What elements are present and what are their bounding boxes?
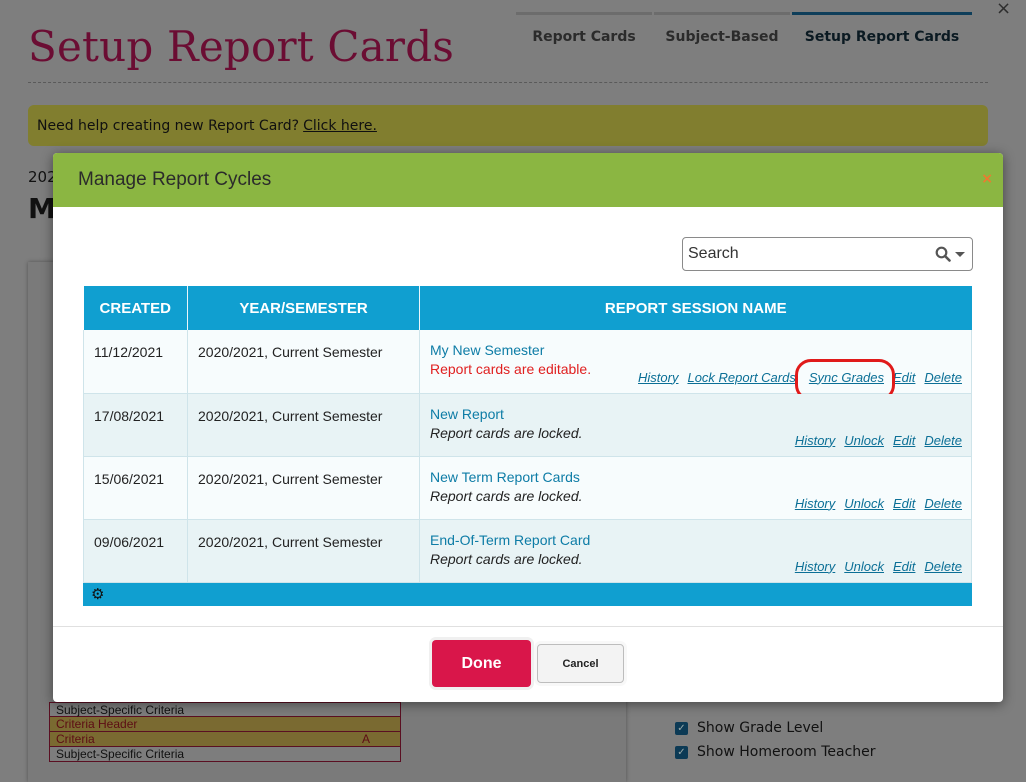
session-name-link[interactable]: New Term Report Cards [430, 469, 962, 485]
history-link[interactable]: History [795, 559, 835, 574]
top-tabs: Report Cards Subject-Based Setup Report … [516, 12, 974, 58]
delete-link[interactable]: Delete [924, 496, 962, 511]
table-footer: ⚙ [83, 582, 972, 606]
criteria-label: Criteria Header [56, 717, 138, 731]
history-link[interactable]: History [795, 433, 835, 448]
dialog-header: Manage Report Cycles × [53, 153, 1003, 207]
help-link[interactable]: Click here. [303, 118, 377, 134]
cell-session: My New Semester Report cards are editabl… [419, 330, 972, 401]
cell-created: 11/12/2021 [83, 330, 188, 394]
gear-icon[interactable]: ⚙ [91, 585, 104, 603]
cell-created: 15/06/2021 [83, 456, 188, 520]
tab-subject-based[interactable]: Subject-Based [654, 12, 790, 58]
cell-session: New Report Report cards are locked. Hist… [419, 393, 972, 457]
row-actions: History Unlock Edit Delete [795, 559, 962, 574]
section-heading: M [28, 192, 56, 225]
table-header-row: CREATED YEAR/SEMESTER REPORT SESSION NAM… [83, 286, 972, 330]
delete-link[interactable]: Delete [924, 370, 962, 385]
chevron-down-icon [955, 251, 965, 257]
unlock-link[interactable]: Unlock [844, 559, 884, 574]
report-cycles-table: CREATED YEAR/SEMESTER REPORT SESSION NAM… [83, 286, 972, 606]
edit-link[interactable]: Edit [893, 496, 915, 511]
cell-created: 17/08/2021 [83, 393, 188, 457]
session-name-link[interactable]: My New Semester [430, 342, 962, 358]
session-name-link[interactable]: New Report [430, 406, 962, 422]
help-banner: Need help creating new Report Card? Clic… [28, 105, 988, 146]
sync-grades-link[interactable]: Sync Grades [794, 358, 896, 401]
option-show-grade-level[interactable]: ✓ Show Grade Level [675, 720, 876, 736]
row-actions: History Unlock Edit Delete [795, 496, 962, 511]
manage-report-cycles-dialog: Manage Report Cycles × CREATED YEAR/SEME… [53, 153, 1003, 702]
edit-link[interactable]: Edit [893, 559, 915, 574]
column-header-created[interactable]: CREATED [83, 286, 188, 330]
session-name-link[interactable]: End-Of-Term Report Card [430, 532, 962, 548]
cell-session: End-Of-Term Report Card Report cards are… [419, 519, 972, 583]
dialog-footer-divider [53, 626, 1003, 627]
criteria-row: Criteria Header [49, 717, 401, 732]
criteria-grade: A [361, 732, 370, 746]
history-link[interactable]: History [638, 370, 678, 385]
student-fields-options: ✓ Show Grade Level ✓ Show Homeroom Teach… [675, 720, 876, 768]
tab-report-cards[interactable]: Report Cards [516, 12, 652, 58]
tab-setup-report-cards[interactable]: Setup Report Cards [792, 12, 972, 58]
checkbox-checked-icon[interactable]: ✓ [675, 721, 688, 735]
option-label: Show Grade Level [697, 720, 824, 736]
lock-report-cards-link[interactable]: Lock Report Cards [687, 370, 795, 385]
help-text: Need help creating new Report Card? [37, 117, 300, 134]
search-dropdown-toggle[interactable] [935, 246, 965, 262]
title-divider [28, 82, 988, 83]
unlock-link[interactable]: Unlock [844, 433, 884, 448]
table-row: 11/12/2021 2020/2021, Current Semester M… [83, 330, 972, 401]
search-icon [935, 246, 951, 262]
done-button[interactable]: Done [432, 640, 531, 687]
search-input[interactable] [683, 239, 935, 269]
page-title: Setup Report Cards [28, 22, 455, 71]
column-header-year-semester[interactable]: YEAR/SEMESTER [187, 286, 420, 330]
cell-session: New Term Report Cards Report cards are l… [419, 456, 972, 520]
criteria-preview-table: Subject-Specific Criteria Criteria Heade… [49, 702, 401, 762]
table-row: 15/06/2021 2020/2021, Current Semester N… [83, 456, 972, 520]
row-actions: History Unlock Edit Delete [795, 433, 962, 448]
cell-created: 09/06/2021 [83, 519, 188, 583]
column-header-report-session-name[interactable]: REPORT SESSION NAME [419, 286, 972, 330]
cell-year-semester: 2020/2021, Current Semester [187, 393, 420, 457]
dialog-title: Manage Report Cycles [78, 169, 272, 190]
table-row: 17/08/2021 2020/2021, Current Semester N… [83, 393, 972, 457]
search-box [682, 237, 973, 271]
cell-year-semester: 2020/2021, Current Semester [187, 519, 420, 583]
criteria-row: Subject-Specific Criteria [49, 747, 401, 762]
history-link[interactable]: History [795, 496, 835, 511]
criteria-row: Criteria A [49, 732, 401, 747]
criteria-row: Subject-Specific Criteria [49, 702, 401, 717]
criteria-label: Criteria [56, 732, 95, 746]
unlock-link[interactable]: Unlock [844, 496, 884, 511]
criteria-label: Subject-Specific Criteria [56, 747, 185, 761]
cancel-button[interactable]: Cancel [537, 644, 624, 683]
close-icon[interactable]: × [996, 0, 1011, 19]
cell-year-semester: 2020/2021, Current Semester [187, 330, 420, 394]
cell-year-semester: 2020/2021, Current Semester [187, 456, 420, 520]
delete-link[interactable]: Delete [924, 433, 962, 448]
table-row: 09/06/2021 2020/2021, Current Semester E… [83, 519, 972, 583]
checkbox-checked-icon[interactable]: ✓ [675, 745, 688, 759]
criteria-label: Subject-Specific Criteria [56, 702, 185, 717]
delete-link[interactable]: Delete [924, 559, 962, 574]
close-icon[interactable]: × [981, 171, 993, 187]
edit-link[interactable]: Edit [893, 370, 915, 385]
edit-link[interactable]: Edit [893, 433, 915, 448]
row-actions: History Lock Report Cards Sync Grades Ed… [638, 358, 962, 401]
